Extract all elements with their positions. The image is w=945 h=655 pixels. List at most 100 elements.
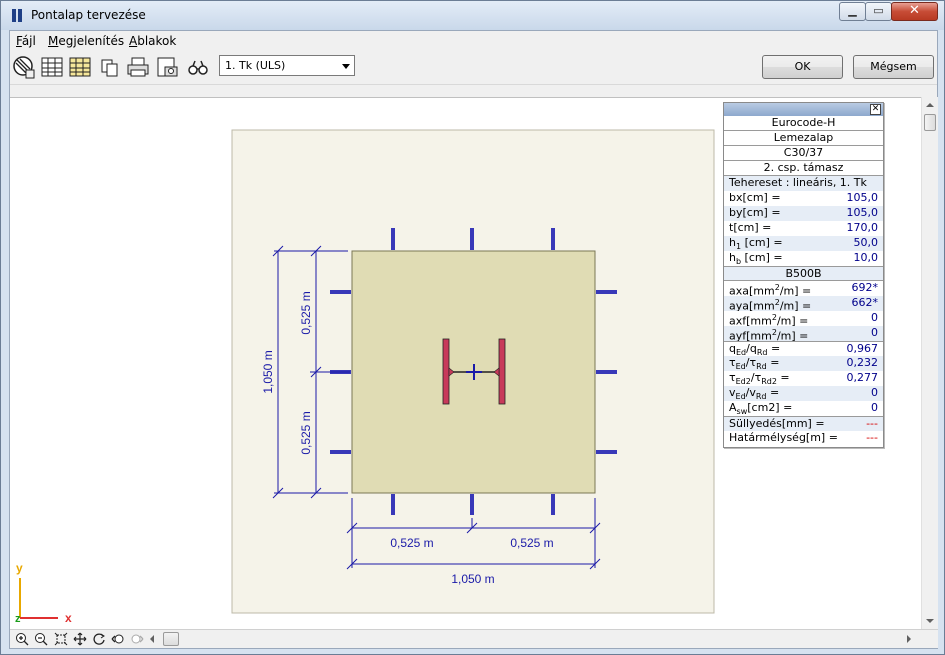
dim-bx-total: 1,050 m	[451, 572, 494, 586]
row-label: t[cm] =	[729, 221, 772, 234]
row-value: 170,0	[846, 221, 879, 234]
dim-by-total: 1,050 m	[261, 350, 275, 393]
row-label: by[cm] =	[729, 206, 781, 219]
row-label-rest: =	[767, 342, 781, 355]
row-label: axa[mm2/m] =	[729, 281, 811, 296]
scroll-left-icon[interactable]	[150, 635, 154, 643]
title-bar: Pontalap tervezése ▁ ▭ ✕	[1, 1, 944, 30]
scroll-down-icon[interactable]	[926, 619, 934, 623]
app-window: Pontalap tervezése ▁ ▭ ✕ Fájl Megjelenít…	[0, 0, 945, 655]
row-label-a-sub: Ed	[735, 392, 746, 401]
row-label-main: aya[mm	[729, 299, 775, 311]
panel-row-axa: axa[mm2/m] = 692*	[724, 281, 883, 296]
row-label: qEd/qRd =	[729, 342, 780, 356]
panel-row-ayf: ayf[mm2/m] = 0	[724, 326, 883, 341]
row-value: 50,0	[853, 236, 879, 249]
row-label-a-sub: Ed	[735, 362, 746, 371]
scroll-up-icon[interactable]	[926, 103, 934, 107]
scroll-right-icon[interactable]	[907, 635, 911, 643]
close-button[interactable]: ✕	[891, 2, 938, 21]
row-label-main: h	[729, 236, 736, 249]
row-value: 692*	[851, 281, 879, 294]
pan-icon[interactable]	[73, 632, 87, 646]
row-label-rest: =	[766, 386, 780, 399]
axis-triad: y x z	[15, 561, 72, 625]
load-case-select[interactable]: 1. Tk (ULS)	[219, 55, 355, 76]
row-label: bx[cm] =	[729, 191, 781, 204]
row-label-rest: =	[776, 371, 790, 384]
load-case-value: 1. Tk (ULS)	[225, 59, 286, 72]
axis-y-label: y	[16, 561, 23, 575]
menu-windows[interactable]: Ablakok	[129, 34, 176, 48]
row-value: 662*	[851, 296, 879, 309]
panel-close-icon[interactable]: ✕	[870, 104, 881, 115]
panel-row-tau: τEd/τRd = 0,232	[724, 356, 883, 371]
redo-view-icon[interactable]	[130, 632, 144, 646]
material-hatch-icon[interactable]	[12, 55, 36, 79]
row-label-rest: =	[766, 356, 780, 369]
row-label-main: ayf[mm	[729, 329, 772, 341]
colored-table-icon[interactable]	[68, 55, 92, 79]
row-value: 0	[871, 386, 878, 399]
drawing-canvas[interactable]: 0,525 m 0,525 m 1,050 m 0,525 m 0,525 m …	[10, 97, 921, 629]
row-label-rest: /m] =	[776, 314, 809, 326]
row-label: ayf[mm2/m] =	[729, 326, 808, 341]
panel-header[interactable]: ✕	[724, 103, 883, 116]
client-area: Fájl Megjelenítés Ablakok 1. Tk (ULS) OK…	[9, 30, 938, 649]
row-label: Határmélység[m] =	[729, 431, 838, 444]
dim-by-half-bottom: 0,525 m	[299, 411, 313, 454]
menu-file-label: ájl	[21, 34, 36, 48]
row-value: 105,0	[846, 191, 879, 204]
row-value: 0,277	[846, 371, 879, 384]
maximize-button[interactable]: ▭	[865, 2, 892, 21]
dim-by-half-top: 0,525 m	[299, 291, 313, 334]
menu-view-label: egjelenítés	[58, 34, 125, 48]
menu-view-accel: M	[48, 34, 59, 48]
row-label-b: [cm	[747, 401, 769, 414]
dim-bx-half-right: 0,525 m	[510, 536, 553, 550]
row-value: ---	[866, 431, 878, 444]
rotate-icon[interactable]	[92, 632, 106, 646]
table-icon[interactable]	[40, 55, 64, 79]
row-label-rest: /m] =	[779, 284, 812, 296]
row-label-a: τ	[729, 371, 736, 384]
toolbar: 1. Tk (ULS) OK Mégsem	[10, 51, 937, 85]
panel-row-v: vEd/vRd = 0	[724, 386, 883, 401]
close-icon: ✕	[909, 3, 920, 18]
binoculars-icon[interactable]	[186, 55, 210, 79]
row-label-a-sub: Ed	[735, 348, 747, 356]
minimize-button[interactable]: ▁	[839, 2, 866, 21]
panel-row-h1: h1 [cm] = 50,0	[724, 236, 883, 251]
column-flange-right	[498, 338, 506, 405]
row-label: hb [cm] =	[729, 251, 783, 266]
row-label-b: /τ	[745, 356, 757, 369]
panel-row-aya: aya[mm2/m] = 662*	[724, 296, 883, 311]
axis-x-label: x	[65, 611, 72, 625]
print-preview-icon[interactable]	[155, 55, 179, 79]
zoom-extents-icon[interactable]	[54, 632, 68, 646]
vertical-scrollbar[interactable]	[921, 97, 938, 629]
row-label-rest: /m] =	[776, 329, 809, 341]
ok-button[interactable]: OK	[762, 55, 843, 79]
row-label-b: /q	[746, 342, 757, 355]
panel-row-bx: bx[cm] = 105,0	[724, 191, 883, 206]
row-value: 105,0	[846, 206, 879, 219]
panel-loadcase: Tehereset : lineáris, 1. Tk	[729, 176, 867, 189]
zoom-in-icon[interactable]	[15, 632, 29, 646]
row-label-a: A	[729, 401, 737, 414]
menu-view[interactable]: Megjelenítés	[48, 34, 124, 48]
panel-row-limit-depth: Határmélység[m] = ---	[724, 431, 883, 446]
horizontal-scroll-thumb[interactable]	[163, 632, 179, 646]
cancel-button[interactable]: Mégsem	[853, 55, 934, 79]
print-icon[interactable]	[126, 55, 150, 79]
row-label: τEd/τRd =	[729, 356, 779, 371]
zoom-out-icon[interactable]	[34, 632, 48, 646]
row-label: τEd2/τRd2 =	[729, 371, 790, 386]
vertical-scroll-thumb[interactable]	[924, 114, 936, 131]
results-panel: ✕ Eurocode-H Lemezalap C30/37 2. csp. tá…	[723, 102, 884, 448]
menu-file[interactable]: Fájl	[16, 34, 36, 48]
undo-view-icon[interactable]	[111, 632, 125, 646]
app-icon	[11, 8, 25, 22]
copy-icon[interactable]	[98, 55, 122, 79]
panel-row-by: by[cm] = 105,0	[724, 206, 883, 221]
